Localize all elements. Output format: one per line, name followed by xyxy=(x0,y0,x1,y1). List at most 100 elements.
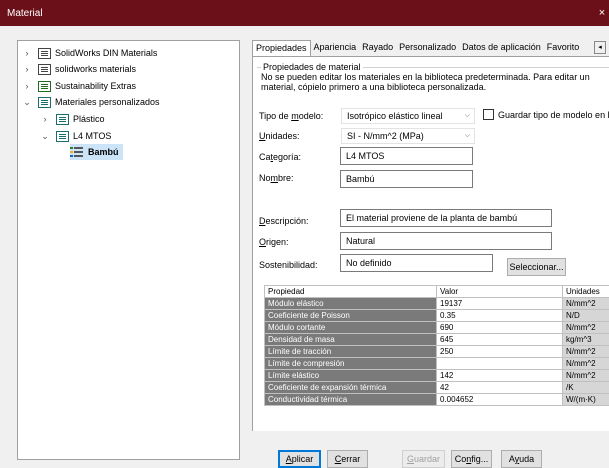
table-row[interactable]: Coeficiente de Poisson0.35N/D xyxy=(265,310,609,322)
header-units: Unidades xyxy=(563,286,609,298)
property-units-cell: N/mm^2 xyxy=(563,322,609,334)
name-label: Nombre: xyxy=(259,173,294,183)
tab-apariencia[interactable]: Apariencia xyxy=(311,40,360,56)
tree-item-l4-mtos[interactable]: ⌄ L4 MTOS xyxy=(40,128,111,144)
tree-item-bambu[interactable]: Bambú xyxy=(70,144,123,160)
category-label: Categoría: xyxy=(259,152,301,162)
chevron-right-icon[interactable]: › xyxy=(22,64,32,74)
tree-item-plastico[interactable]: › Plástico xyxy=(40,111,105,127)
property-name-cell: Coeficiente de Poisson xyxy=(265,310,437,322)
units-label: Unidades: xyxy=(259,131,300,141)
table-row[interactable]: Coeficiente de expansión térmica42/K xyxy=(265,382,609,394)
property-units-cell: W/(m·K) xyxy=(563,394,609,406)
description-field[interactable]: El material proviene de la planta de bam… xyxy=(340,209,552,227)
table-row[interactable]: Densidad de masa645kg/m^3 xyxy=(265,334,609,346)
apply-button[interactable]: Aplicar xyxy=(278,450,321,468)
units-select[interactable]: SI - N/mm^2 (MPa) ⌵ xyxy=(341,128,475,144)
material-tree[interactable]: › SolidWorks DIN Materials › solidworks … xyxy=(17,40,240,460)
model-type-label: Tipo de modelo: xyxy=(259,111,323,121)
help-button[interactable]: Ayuda xyxy=(501,450,542,468)
property-value-cell[interactable]: 645 xyxy=(437,334,563,346)
window-title: Material xyxy=(7,8,43,19)
tree-item-materiales-personalizados[interactable]: ⌄ Materiales personalizados xyxy=(22,94,160,110)
tab-strip: Propiedades Apariencia Rayado Personaliz… xyxy=(252,40,609,56)
units-value: SI - N/mm^2 (MPa) xyxy=(347,131,424,141)
tab-personalizado[interactable]: Personalizado xyxy=(396,40,459,56)
tree-item-label: Materiales personalizados xyxy=(55,97,160,107)
tree-item-label: Sustainability Extras xyxy=(55,81,136,91)
table-row[interactable]: Módulo elástico19137N/mm^2 xyxy=(265,298,609,310)
sustainability-field[interactable]: No definido xyxy=(340,254,493,272)
property-name-cell: Límite de tracción xyxy=(265,346,437,358)
origin-field[interactable]: Natural xyxy=(340,232,552,250)
chevron-right-icon[interactable]: › xyxy=(22,81,32,91)
property-value-cell[interactable]: 142 xyxy=(437,370,563,382)
table-row[interactable]: Límite de compresión N/mm^2 xyxy=(265,358,609,370)
property-name-cell: Coeficiente de expansión térmica xyxy=(265,382,437,394)
origin-label: Origen: xyxy=(259,237,289,247)
group-title: Propiedades de material xyxy=(261,62,363,72)
property-name-cell: Módulo cortante xyxy=(265,322,437,334)
library-teal-icon xyxy=(38,97,51,108)
library-icon xyxy=(38,64,51,75)
category-field[interactable]: L4 MTOS xyxy=(340,147,473,165)
chevron-right-icon[interactable]: › xyxy=(22,48,32,58)
property-value-cell[interactable]: 42 xyxy=(437,382,563,394)
chevron-down-icon[interactable]: ⌄ xyxy=(22,97,32,108)
tree-item-sustainability-extras[interactable]: › Sustainability Extras xyxy=(22,78,136,94)
readonly-notice: No se pueden editar los materiales en la… xyxy=(261,72,606,92)
property-value-cell[interactable]: 690 xyxy=(437,322,563,334)
properties-table: Propiedad Valor Unidades Módulo elástico… xyxy=(264,285,609,406)
tab-datos-aplicacion[interactable]: Datos de aplicación xyxy=(459,40,544,56)
table-row[interactable]: Límite elástico142N/mm^2 xyxy=(265,370,609,382)
model-type-value: Isotrópico elástico lineal xyxy=(347,111,443,121)
properties-panel: Propiedades de material No se pueden edi… xyxy=(252,56,609,431)
tree-item-label: Plástico xyxy=(73,114,105,124)
property-value-cell[interactable]: 0.004652 xyxy=(437,394,563,406)
model-type-select[interactable]: Isotrópico elástico lineal ⌵ xyxy=(341,108,475,124)
tab-rayado[interactable]: Rayado xyxy=(359,40,396,56)
table-row[interactable]: Límite de tracción250N/mm^2 xyxy=(265,346,609,358)
name-field[interactable]: Bambú xyxy=(340,170,473,188)
save-model-type-label: Guardar tipo de modelo en la xyxy=(498,110,609,120)
tree-item-label: solidworks materials xyxy=(55,64,136,74)
property-units-cell: N/mm^2 xyxy=(563,346,609,358)
table-row[interactable]: Módulo cortante690N/mm^2 xyxy=(265,322,609,334)
close-icon[interactable]: × xyxy=(595,0,609,26)
property-units-cell: kg/m^3 xyxy=(563,334,609,346)
tree-item-solidworks-materials[interactable]: › solidworks materials xyxy=(22,61,136,77)
property-units-cell: N/mm^2 xyxy=(563,358,609,370)
property-units-cell: N/mm^2 xyxy=(563,298,609,310)
tree-item-label: SolidWorks DIN Materials xyxy=(55,48,157,58)
header-value: Valor xyxy=(437,286,563,298)
property-value-cell[interactable]: 250 xyxy=(437,346,563,358)
library-green-icon xyxy=(38,81,51,92)
save-model-type-checkbox[interactable] xyxy=(483,109,494,120)
chevron-down-icon: ⌵ xyxy=(465,129,470,143)
folder-teal-icon xyxy=(56,131,69,142)
property-units-cell: /K xyxy=(563,382,609,394)
tab-scroll-left-icon[interactable]: ◂ xyxy=(594,41,606,54)
tab-propiedades[interactable]: Propiedades xyxy=(252,40,311,56)
property-units-cell: N/D xyxy=(563,310,609,322)
property-value-cell[interactable]: 0.35 xyxy=(437,310,563,322)
sustainability-label: Sostenibilidad: xyxy=(259,260,318,270)
config-button[interactable]: Config... xyxy=(451,450,492,468)
property-value-cell[interactable]: 19137 xyxy=(437,298,563,310)
table-header-row: Propiedad Valor Unidades xyxy=(265,286,609,298)
close-button[interactable]: Cerrar xyxy=(327,450,368,468)
save-button: Guardar xyxy=(402,450,445,468)
header-property: Propiedad xyxy=(265,286,437,298)
title-bar: Material × xyxy=(0,0,609,26)
select-button[interactable]: Seleccionar... xyxy=(507,258,566,276)
property-value-cell[interactable] xyxy=(437,358,563,370)
property-name-cell: Límite de compresión xyxy=(265,358,437,370)
chevron-down-icon[interactable]: ⌄ xyxy=(40,131,50,142)
chevron-right-icon[interactable]: › xyxy=(40,114,50,124)
tree-item-label: Bambú xyxy=(88,147,119,157)
tab-favorito[interactable]: Favorito xyxy=(544,40,583,56)
tree-item-solidworks-din[interactable]: › SolidWorks DIN Materials xyxy=(22,45,157,61)
property-name-cell: Densidad de masa xyxy=(265,334,437,346)
table-row[interactable]: Conductividad térmica0.004652W/(m·K) xyxy=(265,394,609,406)
description-label: Descripción: xyxy=(259,216,309,226)
